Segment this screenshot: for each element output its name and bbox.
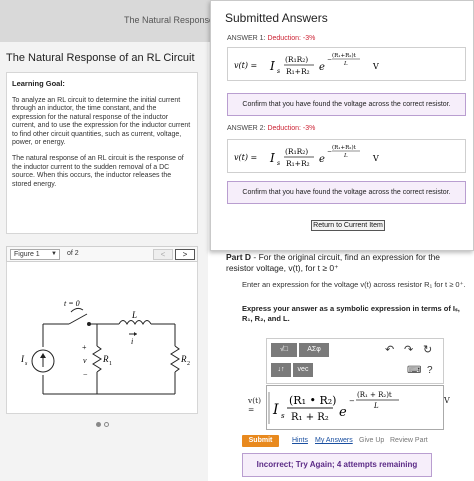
is-subscript: s bbox=[277, 160, 280, 167]
pager-dot[interactable] bbox=[104, 422, 109, 427]
keyboard-icon[interactable]: ⌨ bbox=[407, 365, 421, 376]
exp-base: e bbox=[319, 154, 325, 165]
help-icon[interactable]: ? bbox=[427, 365, 433, 376]
confirm-feedback-1: Confirm that you have found the voltage … bbox=[227, 93, 466, 116]
fraction-numerator: (R₁ • R₂) bbox=[289, 394, 336, 407]
review-part-link[interactable]: Review Part bbox=[390, 437, 428, 444]
part-d-question: Part D - For the original circuit, find … bbox=[226, 252, 470, 274]
is-subscript: s bbox=[281, 412, 285, 420]
math-toolbar: √□ AΣφ ↓↑ vec ↶ ↷ ↻ ⌨ ? bbox=[266, 338, 444, 384]
learning-goal-paragraph-2: The natural response of an RL circuit is… bbox=[12, 155, 184, 188]
unit-volts: V bbox=[372, 62, 379, 71]
answer-1-heading: ANSWER 1: Deduction: -3% bbox=[227, 35, 315, 42]
answer-input-field[interactable]: I s (R₁ • R₂) R₁ + R₂ e − (R₁ + R₂)t L bbox=[266, 385, 444, 430]
learning-goal-heading: Learning Goal: bbox=[12, 79, 65, 88]
templates-button[interactable]: √□ bbox=[271, 343, 297, 357]
answer-1-label: ANSWER 1: bbox=[227, 35, 268, 42]
problem-title: The Natural Response of an RL Circuit bbox=[6, 52, 195, 64]
source-arrow-icon bbox=[40, 353, 46, 358]
source-subscript: s bbox=[25, 361, 28, 367]
answer-2-expression: v(t) = I s (R₁R₂) R₁+R₂ e − (R₁+R₂)t L V bbox=[227, 139, 466, 173]
learning-goal-paragraph: To analyze an RL circuit to determine th… bbox=[12, 97, 191, 147]
exp-denominator: L bbox=[373, 402, 379, 410]
fraction-denominator: R₁+R₂ bbox=[286, 159, 310, 168]
enter-instruction: Enter an expression for the voltage v(t)… bbox=[242, 280, 466, 289]
figure-count: of 2 bbox=[67, 250, 79, 257]
exp-base: e bbox=[339, 405, 347, 420]
r2-subscript: 2 bbox=[187, 361, 190, 367]
exp-numerator: (R₁+R₂)t bbox=[332, 52, 357, 59]
subscript-button[interactable]: ↓↑ bbox=[271, 363, 291, 377]
answer-1-expression: v(t) = I s (R₁R₂) R₁+R₂ e − (R₁+R₂)t L V bbox=[227, 47, 466, 81]
figure-nav-bar: Figure 1 ▼ of 2 < > bbox=[6, 246, 198, 262]
reset-icon[interactable]: ↻ bbox=[423, 343, 432, 356]
is-symbol: I bbox=[269, 59, 275, 73]
unit-volts: V bbox=[372, 154, 379, 163]
redo-icon[interactable]: ↷ bbox=[404, 343, 413, 356]
fraction-numerator: (R₁R₂) bbox=[285, 147, 308, 156]
incorrect-feedback: Incorrect; Try Again; 4 attempts remaini… bbox=[242, 453, 432, 477]
current-label: i bbox=[131, 337, 133, 346]
figure-select[interactable]: Figure 1 ▼ bbox=[10, 249, 60, 260]
figure-select-value: Figure 1 bbox=[14, 251, 40, 258]
submit-button[interactable]: Submit bbox=[242, 435, 279, 447]
switch-label: t = 0 bbox=[64, 299, 80, 308]
is-symbol: I bbox=[272, 402, 279, 418]
voltage-label: v bbox=[83, 356, 87, 365]
part-d-text: - For the original circuit, find an expr… bbox=[226, 252, 441, 273]
answer-vt-label: v(t) = bbox=[248, 396, 261, 414]
equals-sign: = bbox=[248, 405, 255, 414]
confirm-feedback-2: Confirm that you have found the voltage … bbox=[227, 181, 466, 204]
express-instruction: Express your answer as a symbolic expres… bbox=[242, 304, 460, 323]
inductor-label: L bbox=[131, 310, 137, 320]
answer-2-label: ANSWER 2: bbox=[227, 125, 268, 132]
figure-area: t = 0 L i I s R 1 R 2 + v − bbox=[6, 262, 198, 414]
vt-label: v(t) = bbox=[234, 153, 257, 162]
r1-subscript: 1 bbox=[109, 361, 112, 367]
submitted-answers-popup: Submitted Answers ANSWER 1: Deduction: -… bbox=[210, 0, 474, 251]
r2-label: R bbox=[180, 354, 187, 364]
exp-minus: − bbox=[349, 397, 355, 405]
fraction-numerator: (R₁R₂) bbox=[285, 55, 308, 64]
is-symbol: I bbox=[269, 151, 275, 165]
exp-numerator: (R₁ + R₂)t bbox=[357, 391, 392, 399]
learning-goal-box: Learning Goal: To analyze an RL circuit … bbox=[6, 72, 198, 234]
vector-button[interactable]: vec bbox=[293, 363, 313, 377]
answer-1-deduction: Deduction: -3% bbox=[267, 35, 316, 42]
answer-unit: V bbox=[444, 396, 450, 405]
current-arrow-icon bbox=[134, 332, 137, 336]
hints-link[interactable]: Hints bbox=[292, 437, 308, 444]
exp-base: e bbox=[319, 62, 325, 73]
is-subscript: s bbox=[277, 68, 280, 75]
answer-2-deduction: Deduction: -3% bbox=[267, 125, 316, 132]
exp-denominator: L bbox=[343, 153, 348, 159]
dropdown-arrow-icon: ▼ bbox=[51, 251, 57, 257]
my-answers-link[interactable]: My Answers bbox=[315, 437, 353, 444]
return-to-current-item-button[interactable]: Return to Current Item bbox=[311, 220, 385, 231]
figure-pager-dots bbox=[96, 420, 112, 429]
next-figure-button[interactable]: > bbox=[175, 249, 195, 260]
give-up-link[interactable]: Give Up bbox=[359, 437, 384, 444]
vt-label: v(t) bbox=[248, 396, 262, 405]
fraction-denominator: R₁ + R₂ bbox=[291, 412, 329, 423]
pager-dot-active[interactable] bbox=[96, 422, 101, 427]
part-d-label: Part D bbox=[226, 252, 252, 262]
plus-sign: + bbox=[82, 343, 87, 352]
exp-numerator: (R₁+R₂)t bbox=[332, 144, 357, 151]
tab-title[interactable]: The Natural Response o bbox=[124, 15, 222, 25]
exp-denominator: L bbox=[343, 61, 348, 67]
popup-title: Submitted Answers bbox=[225, 11, 328, 25]
fraction-denominator: R₁+R₂ bbox=[286, 67, 310, 76]
vt-label: v(t) = bbox=[234, 61, 257, 70]
answer-2-heading: ANSWER 2: Deduction: -3% bbox=[227, 125, 315, 132]
r1-label: R bbox=[102, 354, 109, 364]
greek-button[interactable]: AΣφ bbox=[299, 343, 329, 357]
rl-circuit-diagram: t = 0 L i I s R 1 R 2 + v − bbox=[20, 299, 190, 395]
prev-figure-button[interactable]: < bbox=[153, 249, 173, 260]
undo-icon[interactable]: ↶ bbox=[385, 343, 394, 356]
minus-sign: − bbox=[83, 370, 88, 379]
